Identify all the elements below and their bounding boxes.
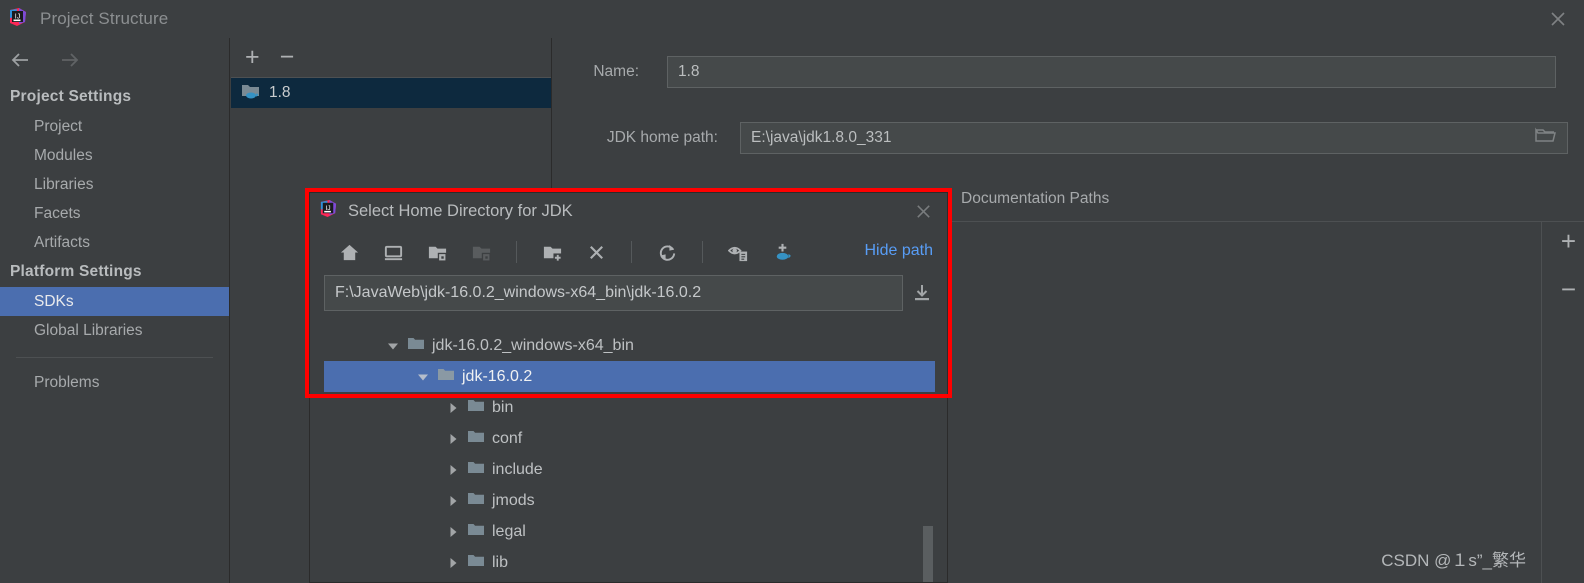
jdk-home-path-input[interactable]: E:\java\jdk1.8.0_331 — [740, 122, 1568, 154]
toolbar-separator-1 — [516, 241, 517, 263]
close-icon[interactable] — [1548, 9, 1568, 29]
hide-path-link[interactable]: Hide path — [865, 242, 934, 260]
sidebar-item-artifacts[interactable]: Artifacts — [0, 228, 229, 257]
tree-row[interactable]: legal — [324, 516, 935, 547]
sidebar-section-project-settings: Project Settings — [10, 88, 132, 105]
home-icon[interactable] — [334, 237, 364, 267]
sidebar-item-problems[interactable]: Problems — [0, 368, 229, 397]
sidebar-item-project[interactable]: Project — [0, 112, 229, 141]
close-icon[interactable] — [914, 202, 933, 221]
delete-icon[interactable] — [581, 237, 611, 267]
project-folder-icon[interactable] — [422, 237, 452, 267]
detail-right-separator — [1541, 222, 1542, 583]
folder-browse-icon[interactable] — [1534, 127, 1556, 150]
folder-icon — [407, 336, 425, 356]
sidebar-item-modules[interactable]: Modules — [0, 141, 229, 170]
toolbar-separator-2 — [631, 241, 632, 263]
sidebar-item-sdks[interactable]: SDKs — [0, 287, 229, 316]
arrow-right-icon[interactable] — [56, 49, 82, 71]
jdk-home-path-label: JDK home path: — [606, 129, 718, 146]
dialog-title-bar: IJ Select Home Directory for JDK — [310, 193, 947, 229]
jdk-home-path-row: JDK home path: E:\java\jdk1.8.0_331 — [553, 122, 1584, 154]
desktop-icon[interactable] — [378, 237, 408, 267]
path-input[interactable]: F:\JavaWeb\jdk-16.0.2_windows-x64_bin\jd… — [324, 275, 903, 311]
folder-icon — [437, 367, 455, 387]
tree-scrollbar-thumb[interactable] — [923, 526, 933, 582]
tree-row-label: lib — [492, 553, 509, 571]
folder-icon — [467, 522, 485, 542]
remove-sdk-button[interactable]: − — [280, 45, 295, 70]
tree-row[interactable]: jmods — [324, 485, 935, 516]
classpath-side-buttons: + − — [1561, 228, 1576, 302]
tree-row-label: jmods — [492, 491, 535, 509]
tree-row[interactable]: jdk-16.0.2 — [324, 361, 935, 392]
jdk-folder-icon — [241, 82, 261, 104]
chevron-right-icon[interactable] — [446, 402, 460, 414]
tree-row[interactable]: conf — [324, 423, 935, 454]
toolbar-separator-3 — [702, 241, 703, 263]
dialog-toolbar: Hide path — [310, 229, 947, 275]
dialog-title: Select Home Directory for JDK — [348, 201, 573, 220]
sidebar-section-platform-settings: Platform Settings — [10, 263, 142, 280]
tree-row[interactable]: jdk-16.0.2_windows-x64_bin — [324, 330, 935, 361]
module-folder-icon — [466, 237, 496, 267]
csdn-watermark: CSDN @１s”_繁华 — [1381, 551, 1526, 570]
name-field-row: Name: 1.8 — [553, 56, 1584, 88]
tree-row-label: jdk-16.0.2 — [462, 367, 533, 385]
settings-sidebar: Project Settings Project Modules Librari… — [0, 38, 230, 583]
chevron-right-icon[interactable] — [446, 464, 460, 476]
add-jdk-icon[interactable] — [767, 237, 797, 267]
tree-row-label: include — [492, 460, 543, 478]
new-folder-icon[interactable] — [537, 237, 567, 267]
tree-row[interactable]: bin — [324, 392, 935, 423]
chevron-down-icon[interactable] — [386, 340, 400, 352]
dialog-path-row: F:\JavaWeb\jdk-16.0.2_windows-x64_bin\jd… — [310, 275, 947, 311]
intellij-idea-icon: IJ — [8, 7, 28, 32]
intellij-idea-icon: IJ — [319, 199, 338, 223]
arrow-left-icon[interactable] — [8, 49, 34, 71]
tree-row-label: bin — [492, 398, 514, 416]
show-hidden-files-icon[interactable] — [723, 237, 753, 267]
svg-text:IJ: IJ — [15, 13, 20, 20]
sdk-list-item-label: 1.8 — [269, 84, 291, 101]
add-path-button[interactable]: + — [1561, 228, 1576, 254]
folder-icon — [467, 460, 485, 480]
folder-icon — [467, 491, 485, 511]
chevron-right-icon[interactable] — [446, 526, 460, 538]
tree-row-label: jdk-16.0.2_windows-x64_bin — [432, 336, 634, 354]
chevron-right-icon[interactable] — [446, 557, 460, 569]
app-window: IJ Project Structure Project Settings Pr… — [0, 0, 1584, 583]
sidebar-divider — [16, 357, 213, 358]
add-sdk-button[interactable]: + — [245, 45, 260, 70]
sidebar-item-libraries[interactable]: Libraries — [0, 170, 229, 199]
tree-row[interactable]: include — [324, 454, 935, 485]
tree-row[interactable]: lib — [324, 547, 935, 578]
sdk-list-item-1-8[interactable]: 1.8 — [231, 78, 551, 108]
download-recent-icon[interactable] — [911, 282, 933, 304]
tab-documentation-paths[interactable]: Documentation Paths — [961, 190, 1109, 208]
tree-row-label: conf — [492, 429, 523, 447]
name-input[interactable]: 1.8 — [667, 56, 1556, 88]
window-title: Project Structure — [40, 9, 169, 28]
chevron-right-icon[interactable] — [446, 433, 460, 445]
directory-tree[interactable]: jdk-16.0.2_windows-x64_bin jdk-16.0.2 bi… — [324, 330, 935, 582]
sdk-list-toolbar: + − — [231, 38, 551, 78]
chevron-down-icon[interactable] — [416, 371, 430, 383]
name-label: Name: — [593, 63, 639, 80]
sidebar-nav-arrows — [0, 38, 229, 82]
folder-icon — [467, 429, 485, 449]
window-title-bar: IJ Project Structure — [0, 0, 1584, 38]
tree-row-label: legal — [492, 522, 526, 540]
sidebar-item-facets[interactable]: Facets — [0, 199, 229, 228]
folder-icon — [467, 553, 485, 573]
sidebar-item-global-libraries[interactable]: Global Libraries — [0, 316, 229, 345]
folder-icon — [467, 398, 485, 418]
refresh-icon[interactable] — [652, 237, 682, 267]
remove-path-button[interactable]: − — [1561, 276, 1576, 302]
chevron-right-icon[interactable] — [446, 495, 460, 507]
select-home-directory-dialog: IJ Select Home Directory for JDK Hide pa… — [309, 192, 948, 583]
